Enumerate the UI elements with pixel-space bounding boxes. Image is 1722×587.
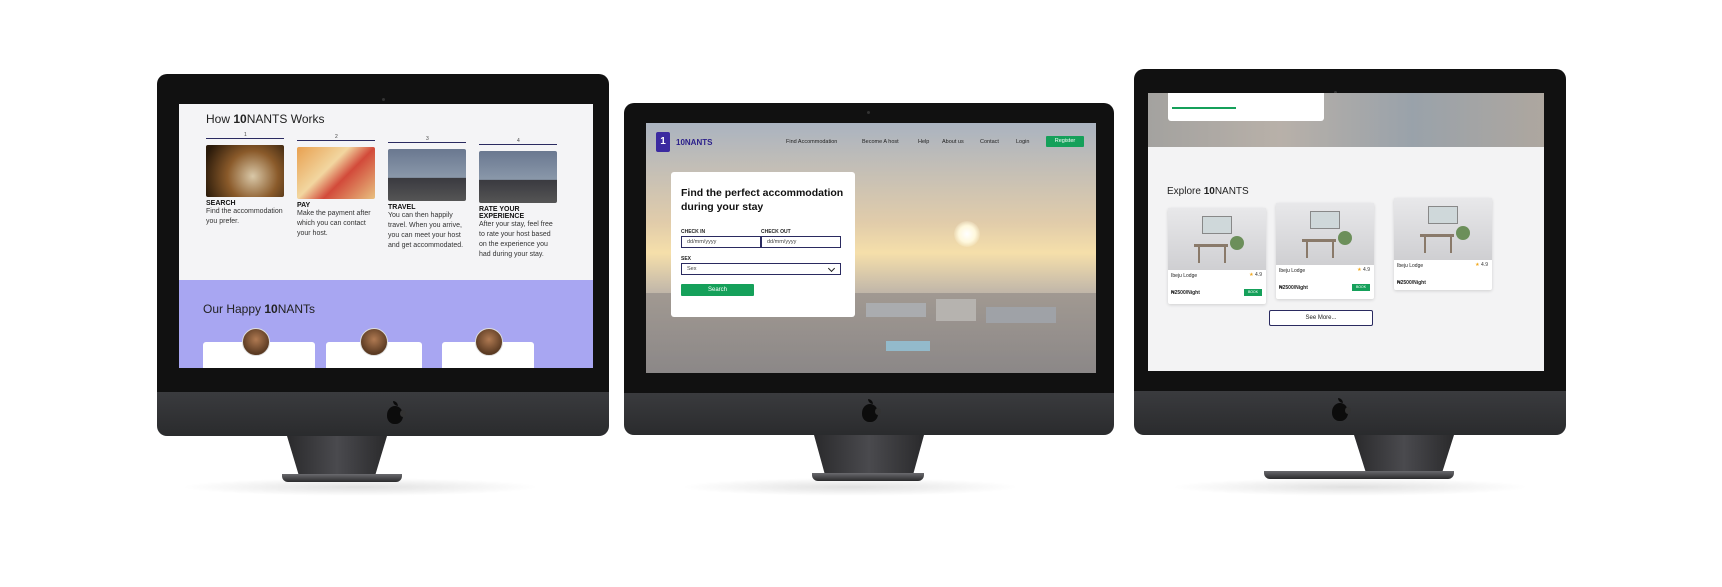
- checkout-field[interactable]: dd/mm/yyyy: [761, 236, 841, 248]
- camera: [382, 98, 385, 101]
- imac-left: How 10NANTS Works 1 SEARCH Find the acco…: [157, 74, 609, 494]
- listing-photo: [1394, 198, 1492, 260]
- listing-price: ₦2500/Night: [1171, 290, 1200, 296]
- logo-icon[interactable]: 1: [656, 132, 670, 152]
- stand: [1354, 435, 1454, 473]
- step-title: TRAVEL: [388, 204, 416, 211]
- sex-select-value: Sex: [687, 266, 697, 272]
- how-it-works-title: How 10NANTS Works: [206, 112, 325, 126]
- apple-logo-icon: [1332, 398, 1351, 421]
- screen-home: 1 10NANTS Find Accommodation Become A ho…: [646, 123, 1096, 373]
- chin: [157, 392, 609, 436]
- star-icon: ★: [1357, 267, 1362, 273]
- sex-select[interactable]: Sex: [681, 263, 841, 275]
- book-button[interactable]: BOOK: [1244, 289, 1262, 296]
- hero-headline: Find the perfect accommodation during yo…: [681, 187, 844, 213]
- step-pay: 2 PAY Make the payment after which you c…: [297, 134, 375, 239]
- checkout-label: CHECK OUT: [761, 229, 791, 235]
- nav-help[interactable]: Help: [918, 139, 929, 145]
- nav-contact[interactable]: Contact: [980, 139, 999, 145]
- divider: [1172, 107, 1236, 109]
- checkin-label: CHECK IN: [681, 229, 706, 235]
- nav-become-a-host[interactable]: Become A host: [862, 139, 899, 145]
- checkin-field[interactable]: dd/mm/yyyy: [681, 236, 761, 248]
- sex-label: SEX: [681, 256, 692, 262]
- listing-name: Ibeju Lodge: [1279, 268, 1306, 274]
- step-rate: 4 RATE YOUR EXPERIENCE After your stay, …: [479, 138, 557, 260]
- listing-name: Ibeju Lodge: [1397, 263, 1424, 269]
- happy-tenants-section: Our Happy 10NANTs: [179, 280, 593, 368]
- listing-photo: [1168, 208, 1266, 270]
- bus-image: [388, 149, 466, 201]
- listing-card[interactable]: Ibeju Lodge ★ 4.9 ₦2500/Night BOOK: [1168, 208, 1266, 304]
- stand: [814, 435, 924, 475]
- stand: [287, 436, 387, 476]
- stand-base: [812, 473, 924, 481]
- listing-card[interactable]: Ibeju Lodge ★ 4.9 ₦2500/Night: [1394, 198, 1492, 290]
- book-button[interactable]: BOOK: [1352, 284, 1370, 291]
- step-desc: Make the payment after which you can con…: [297, 210, 371, 237]
- imac-center: 1 10NANTS Find Accommodation Become A ho…: [624, 103, 1114, 488]
- search-panel: Find the perfect accommodation during yo…: [671, 172, 855, 317]
- star-icon: ★: [1249, 272, 1254, 278]
- listing-name: Ibeju Lodge: [1171, 273, 1198, 279]
- screen-how-it-works: How 10NANTS Works 1 SEARCH Find the acco…: [179, 104, 593, 368]
- listing-rating: ★ 4.9: [1249, 272, 1262, 278]
- stand-base: [282, 474, 402, 482]
- see-more-button[interactable]: See More...: [1269, 310, 1373, 326]
- screen-explore: Explore 10NANTS Ibeju Lodge ★ 4.9 ₦2500/…: [1148, 93, 1544, 371]
- keys-image: [206, 145, 284, 197]
- stand-base: [1264, 471, 1454, 479]
- step-desc: You can then happily travel. When you ar…: [388, 212, 464, 249]
- step-desc: Find the accommodation you prefer.: [206, 208, 283, 225]
- apple-logo-icon: [862, 399, 881, 422]
- search-button[interactable]: Search: [681, 284, 754, 296]
- listing-price: ₦2500/Night: [1279, 285, 1308, 291]
- nav-login[interactable]: Login: [1016, 139, 1029, 145]
- chevron-down-icon: [827, 264, 836, 273]
- step-desc: After your stay, feel free to rate your …: [479, 221, 553, 258]
- imac-right: Explore 10NANTS Ibeju Lodge ★ 4.9 ₦2500/…: [1134, 69, 1566, 489]
- avatar: [360, 328, 388, 356]
- listing-rating: ★ 4.9: [1475, 262, 1488, 268]
- happy-tenants-title: Our Happy 10NANTs: [203, 302, 316, 316]
- listing-photo: [1276, 203, 1374, 265]
- nav-about-us[interactable]: About us: [942, 139, 964, 145]
- step-title: PAY: [297, 202, 311, 209]
- apple-logo-icon: [387, 401, 406, 424]
- listing-rating: ★ 4.9: [1357, 267, 1370, 273]
- logo-text[interactable]: 10NANTS: [676, 138, 712, 147]
- register-button[interactable]: Register: [1046, 136, 1084, 147]
- nav-find-accommodation[interactable]: Find Accommodation: [786, 139, 837, 145]
- avatar: [475, 328, 503, 356]
- bus-image: [479, 151, 557, 203]
- listing-price: ₦2500/Night: [1397, 280, 1426, 286]
- step-title: SEARCH: [206, 200, 236, 207]
- explore-title: Explore 10NANTS: [1167, 186, 1249, 197]
- step-search: 1 SEARCH Find the accommodation you pref…: [206, 132, 284, 225]
- cards-image: [297, 147, 375, 199]
- listing-card[interactable]: Ibeju Lodge ★ 4.9 ₦2500/Night BOOK: [1276, 203, 1374, 299]
- step-title: RATE YOUR EXPERIENCE: [479, 206, 525, 220]
- camera: [867, 111, 870, 114]
- step-travel: 3 TRAVEL You can then happily travel. Wh…: [388, 136, 466, 251]
- star-icon: ★: [1475, 262, 1480, 268]
- avatar: [242, 328, 270, 356]
- top-nav: 1 10NANTS Find Accommodation Become A ho…: [646, 132, 1096, 153]
